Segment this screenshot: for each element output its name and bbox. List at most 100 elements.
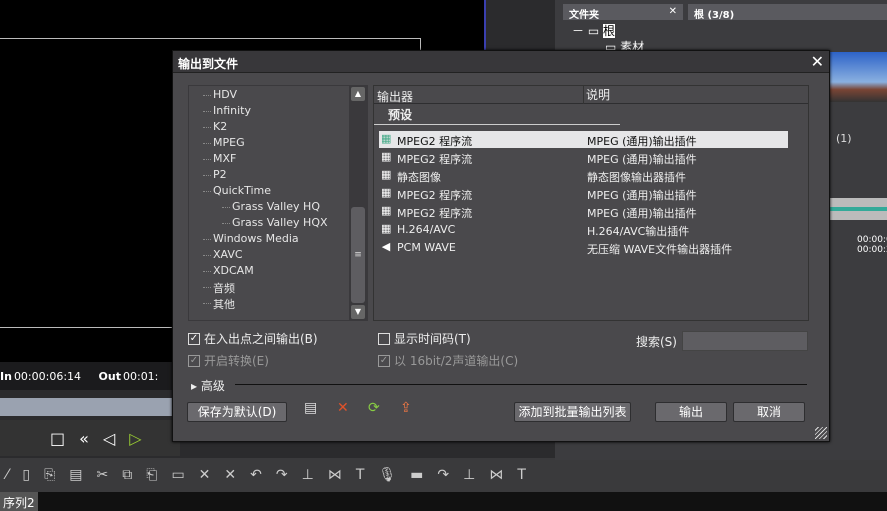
advanced-divider [235,384,807,385]
tree-item[interactable]: K2 [202,120,227,133]
checkbox-box[interactable] [378,332,390,345]
save-preset-icon[interactable]: ▤ [304,400,317,416]
row-name: MPEG2 程序流 [397,189,473,202]
checkbox-between-inout[interactable]: ✓ 在入出点之间输出(B) [188,330,318,347]
dialog-title-bar[interactable]: 输出到文件 ✕ [173,51,829,73]
tree-item[interactable]: 其他 [203,296,235,312]
tree-item[interactable]: HDV [202,88,237,101]
sequence-bar [0,492,887,511]
tree-item[interactable]: QuickTime [202,184,271,197]
checkbox-enable-convert: ✓ 开启转换(E) [188,352,269,369]
list-row[interactable]: ▦ 静态图像 静态图像输出器插件 [379,167,788,184]
checkbox-box[interactable]: ✓ [188,332,200,345]
edit-icon[interactable]: ⁄ [6,467,8,483]
tree-scrollbar[interactable]: ▲ ≡ ▼ [349,85,367,321]
film-icon: ▦ [381,186,392,199]
film-icon: ▦ [381,222,392,235]
tree-item[interactable]: XDCAM [203,264,254,277]
export-to-file-dialog: 输出到文件 ✕ HDV Infinity K2 MPEG MXF P2 QuickTime Gr… [172,50,830,442]
delete-preset-icon[interactable]: ✕ [337,400,349,416]
rewind-icon[interactable]: « [79,429,89,448]
film-icon: ▦ [381,204,392,217]
tree-item[interactable]: Grass Valley HQ [222,200,320,213]
bin-tc1: 00:00:0 [857,235,887,245]
resize-grip[interactable] [815,427,827,439]
tree-item[interactable]: 音频 [203,280,235,296]
add-to-batch-button[interactable]: 添加到批量输出列表 [514,402,631,422]
close-icon[interactable]: ✕ [669,6,677,17]
tree-item[interactable]: MXF [202,152,236,165]
folder-panel-header: 文件夹 ✕ [563,4,683,21]
delete-icon[interactable]: ✕ [199,467,211,483]
row-name: PCM WAVE [397,241,456,254]
search-input[interactable] [682,331,808,351]
export-button[interactable]: 输出 [655,402,727,422]
list-row[interactable]: ◀ PCM WAVE 无压缩 WAVE文件输出器插件 [379,239,788,256]
tree-item[interactable]: Grass Valley HQX [222,216,328,229]
stop-icon[interactable]: □ [50,429,65,448]
group-preset: 预设 [388,108,413,122]
transition2-icon[interactable]: ⋈ [489,467,503,483]
save-default-button[interactable]: 保存为默认(D) [187,402,287,422]
in-label: In [0,370,12,383]
marker-icon[interactable]: ⊥ [302,467,314,483]
bin-count: (1) [836,132,852,145]
export-preset-icon[interactable]: ⇪ [400,400,412,416]
column-exporter[interactable]: 输出器 [377,88,413,105]
scroll-thumb[interactable]: ≡ [351,207,365,303]
advanced-label: 高级 [200,379,225,393]
mic-icon[interactable]: 🎙 [378,467,396,483]
advanced-toggle[interactable]: ▸ 高级 [191,377,225,394]
checkbox-label: 在入出点之间输出(B) [204,332,318,346]
step-back-icon[interactable]: ◁ [103,429,115,448]
tree-item[interactable]: MPEG [203,136,245,149]
tree-item[interactable]: P2 [203,168,227,181]
import-preset-icon[interactable]: ⟳ [368,400,380,416]
clip-thumbnail[interactable] [830,52,887,102]
tree-item[interactable]: Windows Media [203,232,299,245]
checkbox-box: ✓ [188,354,200,367]
play-icon[interactable]: ▷ [129,429,141,448]
position-bar[interactable] [0,398,180,416]
tree-item[interactable]: XAVC [203,248,243,261]
column-description[interactable]: 说明 [583,86,610,104]
marker2-icon[interactable]: ⊥ [463,467,475,483]
in-timecode: 00:00:06:14 [13,370,82,383]
transition-icon[interactable]: ⋈ [328,467,342,483]
list-row[interactable]: ▦ MPEG2 程序流 MPEG (通用)输出插件 [379,149,788,166]
redo2-icon[interactable]: ↷ [437,467,449,483]
ripple-delete-icon[interactable]: ✕ [224,467,236,483]
folder-root[interactable]: － ▭ 根 [572,22,615,39]
link-icon[interactable]: ▭ [171,467,184,483]
checkbox-show-timecode[interactable]: 显示时间码(T) [378,330,471,347]
sequence-tab[interactable]: 序列2 [0,492,38,511]
list-row[interactable]: ▦ MPEG2 程序流 MPEG (通用)输出插件 [379,131,788,148]
checkbox-label: 显示时间码(T) [394,332,471,346]
redo-icon[interactable]: ↷ [276,467,288,483]
new-icon[interactable]: ▯ [22,467,30,483]
cut-icon[interactable]: ✂ [97,467,109,483]
bin-tc2: 00:00:2 [857,245,887,255]
paste-icon[interactable]: ⎗ [146,467,157,483]
list-row[interactable]: ▦ MPEG2 程序流 MPEG (通用)输出插件 [379,185,788,202]
undo-icon[interactable]: ↶ [250,467,262,483]
cancel-button[interactable]: 取消 [733,402,805,422]
expand-arrow-icon[interactable]: ▸ [191,379,197,393]
title2-icon[interactable]: T [517,467,526,483]
row-name: H.264/AVC [397,223,456,236]
scroll-down-icon[interactable]: ▼ [351,305,365,319]
exporter-list: 输出器 说明 预设 ▦ MPEG2 程序流 MPEG (通用)输出插件 ▦ MPEG2 … [373,85,809,321]
film-icon: ▦ [381,150,392,163]
render-icon[interactable]: ▬ [410,467,423,483]
list-row[interactable]: ▦ H.264/AVC H.264/AVC输出插件 [379,221,788,238]
open-icon[interactable]: ⎘ [44,467,55,483]
list-row[interactable]: ▦ MPEG2 程序流 MPEG (通用)输出插件 [379,203,788,220]
title-icon[interactable]: T [356,467,365,483]
copy-icon[interactable]: ⧉ [122,467,132,483]
scroll-up-icon[interactable]: ▲ [351,87,365,101]
save-icon[interactable]: ▤ [69,467,82,483]
film-icon: ▦ [381,132,392,145]
row-description: H.264/AVC输出插件 [587,225,690,238]
tree-item[interactable]: Infinity [203,104,251,117]
close-icon[interactable]: ✕ [811,52,824,71]
